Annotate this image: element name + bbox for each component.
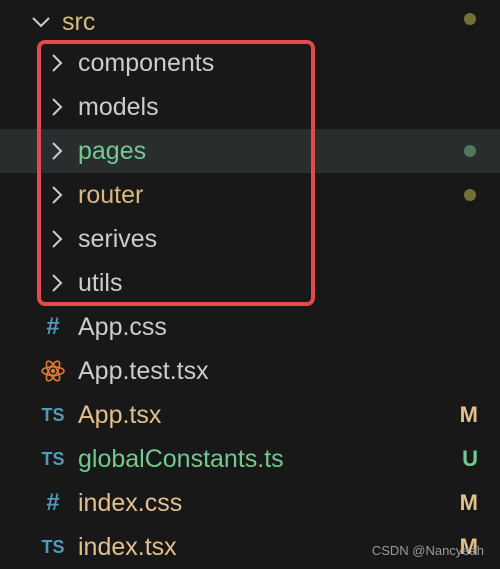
- hash-icon: #: [46, 313, 60, 340]
- chevron-down-icon: [32, 10, 50, 34]
- folder-serives-label: serives: [78, 224, 158, 253]
- watermark: CSDN @Nancyeah: [371, 543, 484, 558]
- file-app-test-tsx-label: App.test.tsx: [78, 356, 209, 385]
- folder-models-label: models: [78, 92, 159, 121]
- folder-src-label: src: [62, 7, 96, 36]
- folder-components-label: components: [78, 48, 215, 77]
- chevron-right-icon: [48, 51, 66, 75]
- file-globalconstants-ts-label: globalConstants.ts: [78, 444, 284, 473]
- git-status-badge: M: [459, 402, 478, 427]
- file-app-css-label: App.css: [78, 312, 167, 341]
- chevron-right-icon: [48, 95, 66, 119]
- folder-components[interactable]: components: [0, 41, 500, 85]
- chevron-right-icon: [48, 227, 66, 251]
- git-status-badge: U: [462, 446, 478, 471]
- file-globalconstants-ts[interactable]: TS globalConstants.ts U: [0, 437, 500, 481]
- typescript-icon: TS: [41, 536, 65, 557]
- file-index-tsx-label: index.tsx: [78, 532, 177, 561]
- folder-utils-label: utils: [78, 268, 123, 297]
- file-index-css[interactable]: # index.css M: [0, 481, 500, 525]
- file-app-test-tsx[interactable]: App.test.tsx: [0, 349, 500, 393]
- file-app-tsx[interactable]: TS App.tsx M: [0, 393, 500, 437]
- chevron-right-icon: [48, 183, 66, 207]
- folder-src[interactable]: src: [0, 0, 500, 44]
- file-app-css[interactable]: # App.css: [0, 305, 500, 349]
- typescript-icon: TS: [41, 448, 65, 469]
- modified-dot: [464, 189, 476, 201]
- folder-utils[interactable]: utils: [0, 261, 500, 305]
- folder-pages-label: pages: [78, 136, 147, 165]
- file-app-tsx-label: App.tsx: [78, 400, 162, 429]
- hash-icon: #: [46, 489, 60, 516]
- folder-models[interactable]: models: [0, 85, 500, 129]
- typescript-icon: TS: [41, 404, 65, 425]
- modified-dot: [464, 13, 476, 25]
- folder-router[interactable]: router: [0, 173, 500, 217]
- chevron-right-icon: [48, 271, 66, 295]
- folder-serives[interactable]: serives: [0, 217, 500, 261]
- untracked-dot: [464, 145, 476, 157]
- folder-router-label: router: [78, 180, 144, 209]
- chevron-right-icon: [48, 139, 66, 163]
- file-index-css-label: index.css: [78, 488, 183, 517]
- react-icon: [40, 358, 66, 384]
- git-status-badge: M: [459, 490, 478, 515]
- folder-pages[interactable]: pages: [0, 129, 500, 173]
